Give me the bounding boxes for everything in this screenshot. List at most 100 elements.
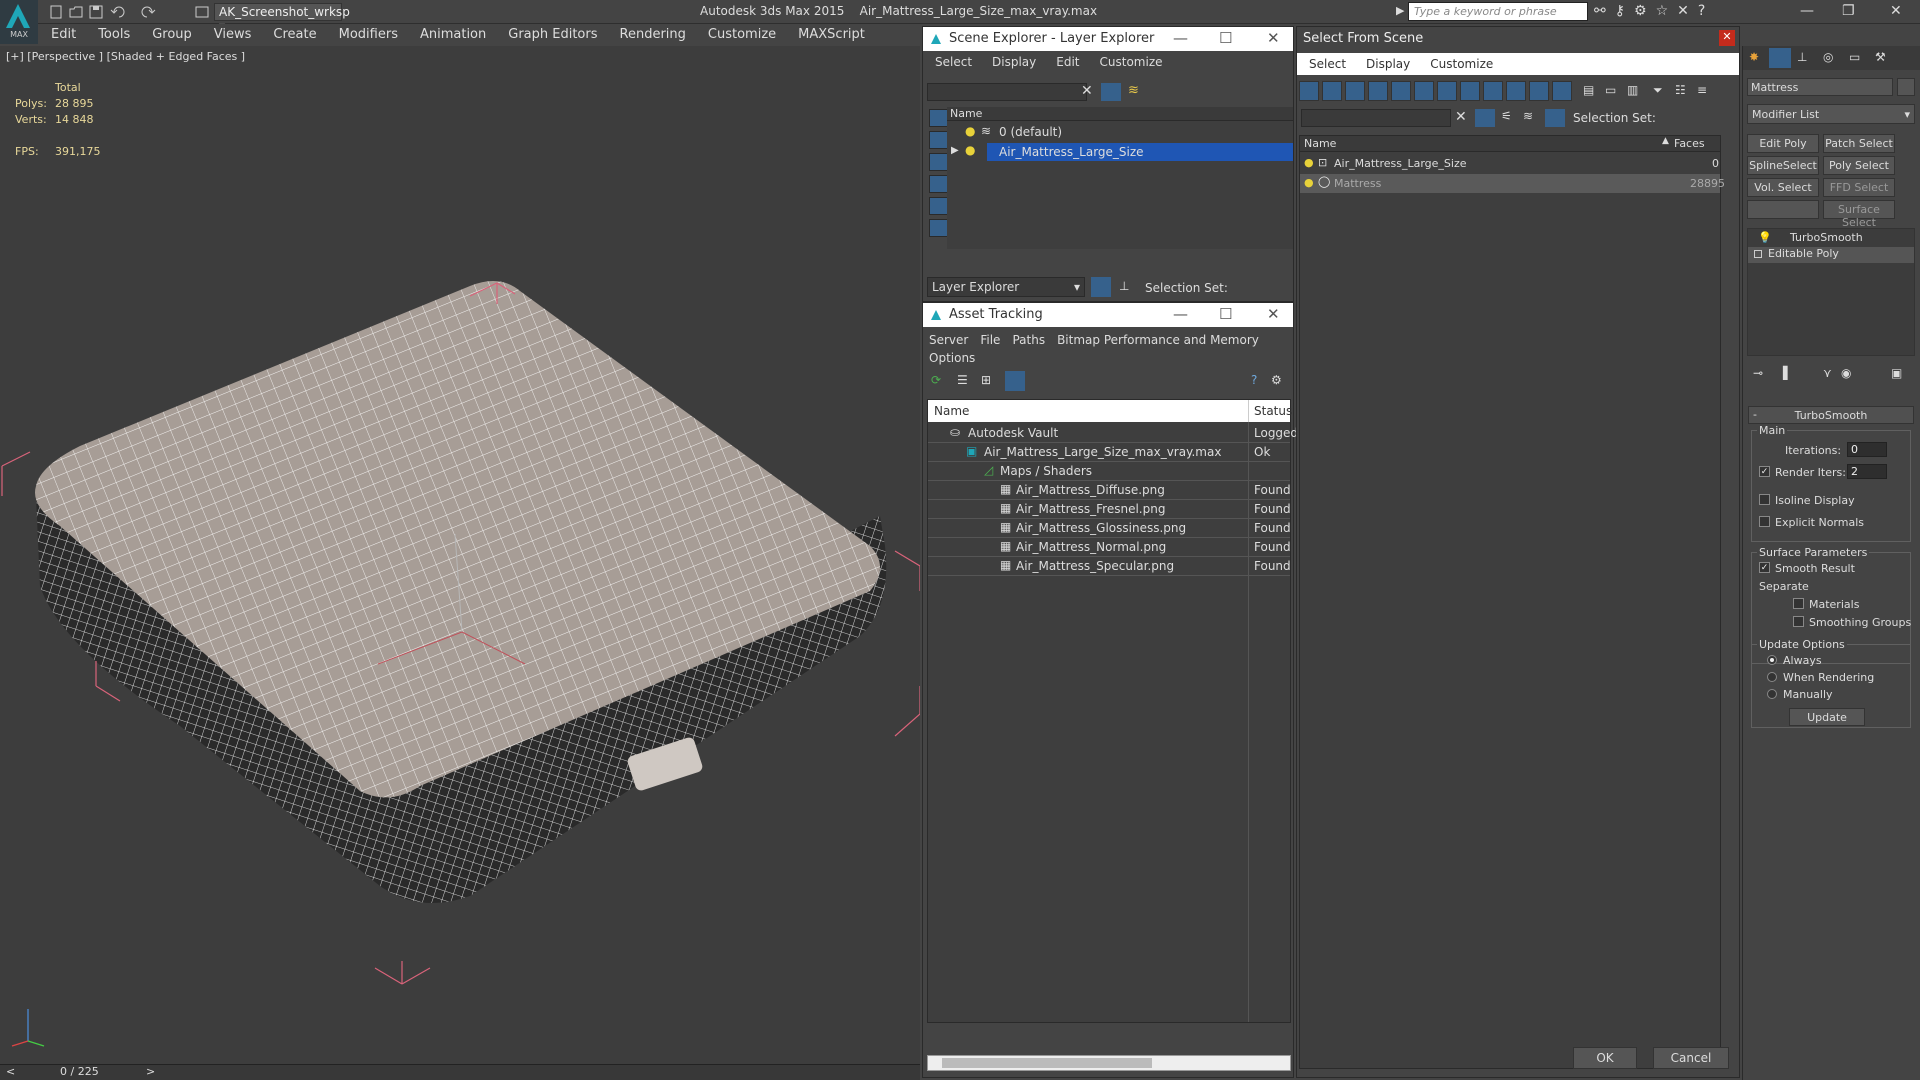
se-menu-display[interactable]: Display <box>992 55 1036 69</box>
update-button[interactable]: Update <box>1789 708 1865 726</box>
iterations-spinner[interactable]: 0 <box>1847 442 1887 457</box>
favorites-icon[interactable]: ☆ <box>1656 3 1678 19</box>
se-menu-customize[interactable]: Customize <box>1100 55 1163 69</box>
asset-help-icon[interactable]: ? <box>1251 373 1257 387</box>
show-end-result-icon[interactable]: ▌ <box>1783 366 1792 380</box>
update-manually-radio[interactable] <box>1767 689 1777 699</box>
asset-row-vault[interactable]: ⛀ Autodesk Vault Logged <box>928 424 1298 443</box>
object-name-field[interactable]: Mattress <box>1747 78 1893 96</box>
se-hierarchy-icon[interactable]: ⊥ <box>1119 279 1129 293</box>
update-always-radio[interactable] <box>1767 655 1777 665</box>
scene-explorer-close-icon[interactable]: ✕ <box>1267 29 1280 47</box>
maximize-icon[interactable]: ❐ <box>1842 3 1855 19</box>
asset-col-status[interactable]: Status <box>1254 404 1292 418</box>
sfs-display-cameras-icon[interactable] <box>1368 81 1388 101</box>
modifier-on-icon[interactable]: 💡 <box>1758 231 1772 244</box>
sfs-col-faces[interactable]: Faces <box>1674 137 1705 150</box>
layer-row-air-mattress[interactable]: Air_Mattress_Large_Size <box>987 143 1293 161</box>
app-logo[interactable]: MAX <box>0 0 38 44</box>
se-layers-toggle-icon[interactable]: ≋ <box>1128 83 1139 98</box>
configure-sets-icon[interactable]: ▣ <box>1891 366 1902 380</box>
utilities-tab-icon[interactable]: ⚒ <box>1875 50 1886 64</box>
sfs-menu-customize[interactable]: Customize <box>1430 57 1493 71</box>
modifier-list-dropdown[interactable]: Modifier List ▾ <box>1747 104 1915 124</box>
sfs-display-geometry-icon[interactable] <box>1299 81 1319 101</box>
asset-close-icon[interactable]: ✕ <box>1267 305 1280 323</box>
asset-row-bitmap[interactable]: ▦ Air_Mattress_Normal.png Found <box>928 538 1291 557</box>
sfs-display-lights-icon[interactable] <box>1345 81 1365 101</box>
sfs-layers-icon[interactable]: ≡ <box>1697 83 1707 97</box>
separate-smoothing-checkbox[interactable] <box>1793 616 1804 627</box>
menu-graph-editors[interactable]: Graph Editors <box>497 24 608 42</box>
separate-materials-checkbox[interactable] <box>1793 598 1804 609</box>
project-folder-icon[interactable] <box>194 4 210 20</box>
sfs-display-hidden-icon[interactable] <box>1552 81 1572 101</box>
perspective-viewport[interactable]: [+] [Perspective ] [Shaded + Edged Faces… <box>0 46 920 1064</box>
table-view-icon[interactable] <box>1005 371 1025 391</box>
asset-row-maps[interactable]: ◿ Maps / Shaders <box>928 462 1290 481</box>
sfs-hierarchy-icon[interactable]: ☷ <box>1675 83 1686 97</box>
scene-explorer-minimize-icon[interactable]: — <box>1173 29 1188 47</box>
render-iters-checkbox[interactable]: ✓ <box>1759 466 1770 477</box>
poly-select-button[interactable]: Poly Select <box>1823 156 1895 175</box>
menu-animation[interactable]: Animation <box>409 24 497 42</box>
layer-visible-icon[interactable]: ● <box>965 124 975 138</box>
se-search-input[interactable] <box>927 83 1087 101</box>
object-color-swatch[interactable] <box>1897 78 1915 96</box>
stack-item-turbosmooth[interactable]: 💡 TurboSmooth <box>1748 231 1914 247</box>
ok-button[interactable]: OK <box>1573 1047 1637 1069</box>
visible-icon[interactable]: ● <box>1304 156 1314 169</box>
open-file-icon[interactable] <box>68 4 84 20</box>
layer-explorer-combo[interactable]: Layer Explorer ▾ <box>927 277 1085 297</box>
asset-maximize-icon[interactable]: ☐ <box>1219 305 1232 323</box>
menu-customize[interactable]: Customize <box>697 24 787 42</box>
patch-select-button[interactable]: Patch Select <box>1823 134 1895 153</box>
expand-arrow-icon[interactable]: ▶ <box>951 145 959 156</box>
sfs-col-name[interactable]: Name <box>1304 137 1336 150</box>
asset-menu-file[interactable]: File <box>980 333 1000 347</box>
refresh-icon[interactable]: ⟳ <box>931 373 941 387</box>
sfs-row-mattress[interactable]: ● ◯ Mattress 28895 <box>1300 174 1725 193</box>
se-filter-icon[interactable] <box>1101 83 1121 101</box>
asset-col-name[interactable]: Name <box>934 404 969 418</box>
menu-maxscript[interactable]: MAXScript <box>787 24 876 42</box>
key-icon[interactable]: ⚷ <box>1615 3 1634 19</box>
sfs-display-spacewarps-icon[interactable] <box>1414 81 1434 101</box>
modify-tab-icon[interactable] <box>1769 48 1791 68</box>
sfs-layer-mode-icon[interactable]: ≋ <box>1523 109 1533 123</box>
scrollbar-thumb[interactable] <box>942 1058 1152 1068</box>
asset-tracking-titlebar[interactable]: Asset Tracking — ☐ ✕ <box>923 303 1293 327</box>
hierarchy-tab-icon[interactable]: ⊥ <box>1797 50 1807 64</box>
splineselect-button[interactable]: SplineSelect <box>1747 156 1819 175</box>
stack-item-editable-poly[interactable]: Editable Poly <box>1748 247 1914 263</box>
sfs-clear-search-icon[interactable]: ✕ <box>1455 109 1467 125</box>
search-arrow-icon[interactable]: ▶ <box>1396 4 1404 17</box>
mattress-model[interactable] <box>0 46 920 1064</box>
se-clear-search-icon[interactable]: ✕ <box>1081 83 1093 99</box>
sfs-display-containers-icon[interactable] <box>1506 81 1526 101</box>
sfs-hierarchy-mode-icon[interactable] <box>1545 109 1565 127</box>
smooth-result-checkbox[interactable]: ✓ <box>1759 562 1770 573</box>
se-column-name[interactable]: Name <box>947 107 1293 121</box>
layer-visible-icon[interactable]: ● <box>965 143 975 157</box>
menu-edit[interactable]: Edit <box>40 24 87 42</box>
sfs-find-filter-icon[interactable] <box>1475 109 1495 127</box>
scene-explorer-titlebar[interactable]: Scene Explorer - Layer Explorer — ☐ ✕ <box>923 27 1293 51</box>
search-input[interactable]: Type a keyword or phrase <box>1408 2 1588 21</box>
save-icon[interactable] <box>88 4 104 20</box>
sfs-menu-select[interactable]: Select <box>1309 57 1346 71</box>
asset-row-bitmap[interactable]: ▦ Air_Mattress_Diffuse.png Found <box>928 481 1291 500</box>
asset-menu-options[interactable]: Options <box>929 351 975 365</box>
workspace-dropdown[interactable]: AK_Screenshot_wrksp ▾ <box>214 3 350 33</box>
asset-settings-icon[interactable]: ⚙ <box>1271 373 1282 387</box>
tree-view-icon[interactable]: ⊞ <box>981 373 991 387</box>
minimize-icon[interactable]: — <box>1800 3 1814 19</box>
asset-row-max-file[interactable]: ▣ Air_Mattress_Large_Size_max_vray.max Ok <box>928 443 1290 462</box>
close-icon[interactable]: ✕ <box>1890 3 1902 19</box>
asset-menu-server[interactable]: Server <box>929 333 968 347</box>
sfs-display-helpers-icon[interactable] <box>1391 81 1411 101</box>
sfs-select-dependents-icon[interactable]: ⚟ <box>1501 109 1512 123</box>
visible-icon[interactable]: ● <box>1304 176 1314 189</box>
menu-tools[interactable]: Tools <box>87 24 141 42</box>
sfs-display-shapes-icon[interactable] <box>1322 81 1342 101</box>
